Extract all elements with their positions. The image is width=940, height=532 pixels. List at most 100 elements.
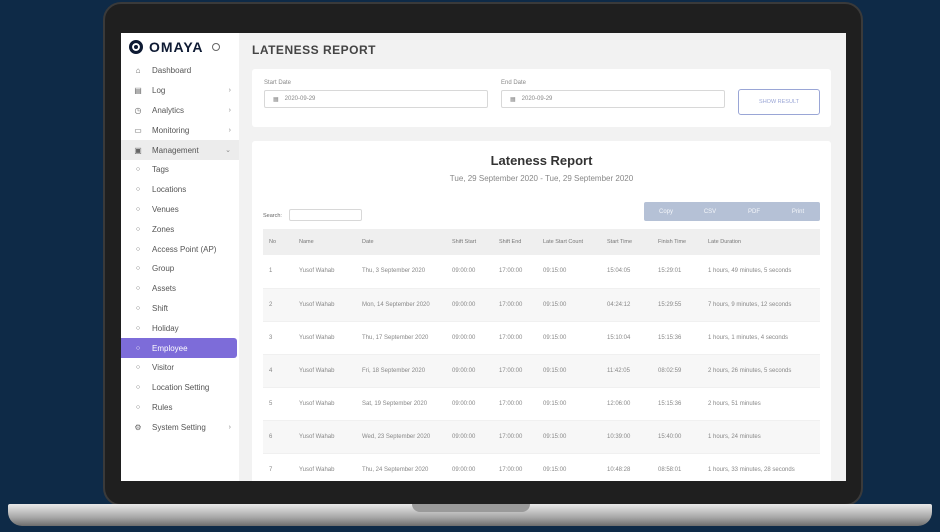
table-cell: Yusof Wahab: [293, 255, 356, 289]
sidebar-item-employee[interactable]: ○ Employee: [121, 338, 237, 358]
circle-icon: ○: [135, 225, 141, 233]
circle-icon: ○: [135, 344, 141, 352]
column-header[interactable]: Finish Time: [652, 229, 702, 255]
sidebar-item-analytics[interactable]: ◷ Analytics ›: [121, 101, 239, 121]
table-cell: 4: [263, 354, 293, 388]
start-date-input[interactable]: ▦ 2020-09-29: [264, 90, 488, 108]
table-cell: 2 hours, 26 minutes, 5 seconds: [702, 354, 820, 388]
column-header[interactable]: No: [263, 229, 293, 255]
table-cell: 15:29:55: [652, 288, 702, 322]
sidebar-item-monitoring[interactable]: ▭ Monitoring ›: [121, 120, 239, 140]
column-header[interactable]: Start Time: [601, 229, 652, 255]
sidebar-item-management[interactable]: ▣ Management ⌄: [121, 140, 239, 160]
search-input[interactable]: [289, 209, 362, 221]
sidebar-item-tags[interactable]: ○ Tags: [121, 160, 239, 180]
sidebar-item-log[interactable]: ▤ Log ›: [121, 81, 239, 101]
sidebar-item-label: Analytics: [152, 105, 185, 115]
table-cell: 1: [263, 255, 293, 289]
sidebar-item-visitor[interactable]: ○ Visitor: [121, 358, 239, 378]
table-cell: 15:10:04: [601, 321, 652, 355]
print-button[interactable]: Print: [776, 202, 820, 221]
column-header[interactable]: Shift End: [493, 229, 537, 255]
sidebar-item-label: Locations: [152, 185, 187, 195]
table-cell: 09:00:00: [446, 288, 493, 322]
circle-icon: ○: [135, 265, 141, 273]
brand-logo[interactable]: OMAYA: [121, 33, 239, 61]
circle-icon: ○: [135, 205, 141, 213]
table-row: 4 Yusof Wahab Fri, 18 September 2020 09:00:…: [263, 354, 820, 388]
copy-button[interactable]: Copy: [644, 202, 688, 221]
sidebar-item-label: Tags: [152, 165, 169, 175]
table-cell: 09:00:00: [446, 321, 493, 355]
table-cell: 17:00:00: [493, 387, 537, 421]
sidebar-item-label: Monitoring: [152, 125, 190, 135]
column-header[interactable]: Late Duration: [702, 229, 820, 255]
table-cell: Thu, 3 September 2020: [356, 255, 446, 289]
pdf-button[interactable]: PDF: [732, 202, 776, 221]
table-row: 2 Yusof Wahab Mon, 14 September 2020 09:00:…: [263, 288, 820, 322]
sidebar-item-holiday[interactable]: ○ Holiday: [121, 318, 239, 338]
circle-icon: ○: [135, 384, 141, 392]
sidebar-item-rules[interactable]: ○ Rules: [121, 398, 239, 418]
management-icon: ▣: [134, 145, 142, 155]
table-cell: 09:15:00: [537, 453, 601, 481]
sidebar-item-venues[interactable]: ○ Venues: [121, 200, 239, 220]
table-row: 7 Yusof Wahab Thu, 24 September 2020 09:00:…: [263, 453, 820, 481]
table-cell: 09:15:00: [537, 288, 601, 322]
sidebar-item-assets[interactable]: ○ Assets: [121, 279, 239, 299]
sidebar-item-label: Employee: [152, 343, 188, 353]
sidebar-item-group[interactable]: ○ Group: [121, 259, 239, 279]
home-icon: ⌂: [135, 66, 141, 76]
sidebar-item-locations[interactable]: ○ Locations: [121, 180, 239, 200]
table-cell: 7: [263, 453, 293, 481]
circle-icon: ○: [135, 245, 141, 253]
sidebar-item-label: Dashboard: [152, 66, 192, 76]
table-row: 1 Yusof Wahab Thu, 3 September 2020 09:00:0…: [263, 255, 820, 289]
table-cell: Fri, 18 September 2020: [356, 354, 446, 388]
circle-icon: ○: [135, 304, 141, 312]
start-date-label: Start Date: [264, 80, 292, 86]
table-cell: Wed, 23 September 2020: [356, 420, 446, 454]
end-date-input[interactable]: ▦ 2020-09-29: [501, 90, 725, 108]
sidebar-item-label: System Setting: [152, 422, 206, 432]
table-cell: 15:04:05: [601, 255, 652, 289]
column-header[interactable]: Name: [293, 229, 356, 255]
table-cell: 17:00:00: [493, 420, 537, 454]
table-cell: 09:00:00: [446, 354, 493, 388]
table-cell: 7 hours, 9 minutes, 12 seconds: [702, 288, 820, 322]
sidebar-nav: ⌂ Dashboard ▤ Log › ◷ Analytics › ▭ Monitoring…: [121, 61, 239, 437]
sidebar-item-access-point[interactable]: ○ Access Point (AP): [121, 239, 239, 259]
sidebar-item-shift[interactable]: ○ Shift: [121, 299, 239, 319]
column-header[interactable]: Late Start Count: [537, 229, 601, 255]
table-cell: 15:15:36: [652, 321, 702, 355]
csv-button[interactable]: CSV: [688, 202, 732, 221]
sidebar-item-zones[interactable]: ○ Zones: [121, 219, 239, 239]
circle-icon: ○: [135, 324, 141, 332]
table-header-row: No Name Date Shift Start Shift End Late …: [263, 229, 820, 255]
table-cell: 12:06:00: [601, 387, 652, 421]
sidebar-item-system-setting[interactable]: ⚙ System Setting ›: [121, 417, 239, 437]
table-row: 5 Yusof Wahab Sat, 19 September 2020 09:00:…: [263, 387, 820, 421]
chevron-right-icon: ›: [228, 87, 231, 95]
table-cell: 2 hours, 51 minutes: [702, 387, 820, 421]
table-cell: 09:00:00: [446, 420, 493, 454]
sidebar-item-dashboard[interactable]: ⌂ Dashboard: [121, 61, 239, 81]
table-cell: 10:39:00: [601, 420, 652, 454]
sidebar-item-location-setting[interactable]: ○ Location Setting: [121, 378, 239, 398]
table-cell: 3: [263, 321, 293, 355]
column-header[interactable]: Date: [356, 229, 446, 255]
sidebar-item-label: Shift: [152, 303, 169, 313]
start-date-value: 2020-09-29: [284, 96, 316, 102]
sidebar-toggle-icon[interactable]: [211, 43, 220, 51]
show-result-button[interactable]: SHOW RESULT: [738, 89, 820, 115]
table-cell: 09:15:00: [537, 354, 601, 388]
table-cell: 15:15:36: [652, 387, 702, 421]
export-buttons: Copy CSV PDF Print: [644, 202, 820, 221]
table-cell: 17:00:00: [493, 288, 537, 322]
calendar-icon: ▦: [273, 96, 279, 103]
column-header[interactable]: Shift Start: [446, 229, 493, 255]
circle-icon: ○: [135, 186, 141, 194]
table-cell: 09:15:00: [537, 387, 601, 421]
sidebar-item-label: Location Setting: [152, 383, 210, 393]
table-cell: 08:02:59: [652, 354, 702, 388]
